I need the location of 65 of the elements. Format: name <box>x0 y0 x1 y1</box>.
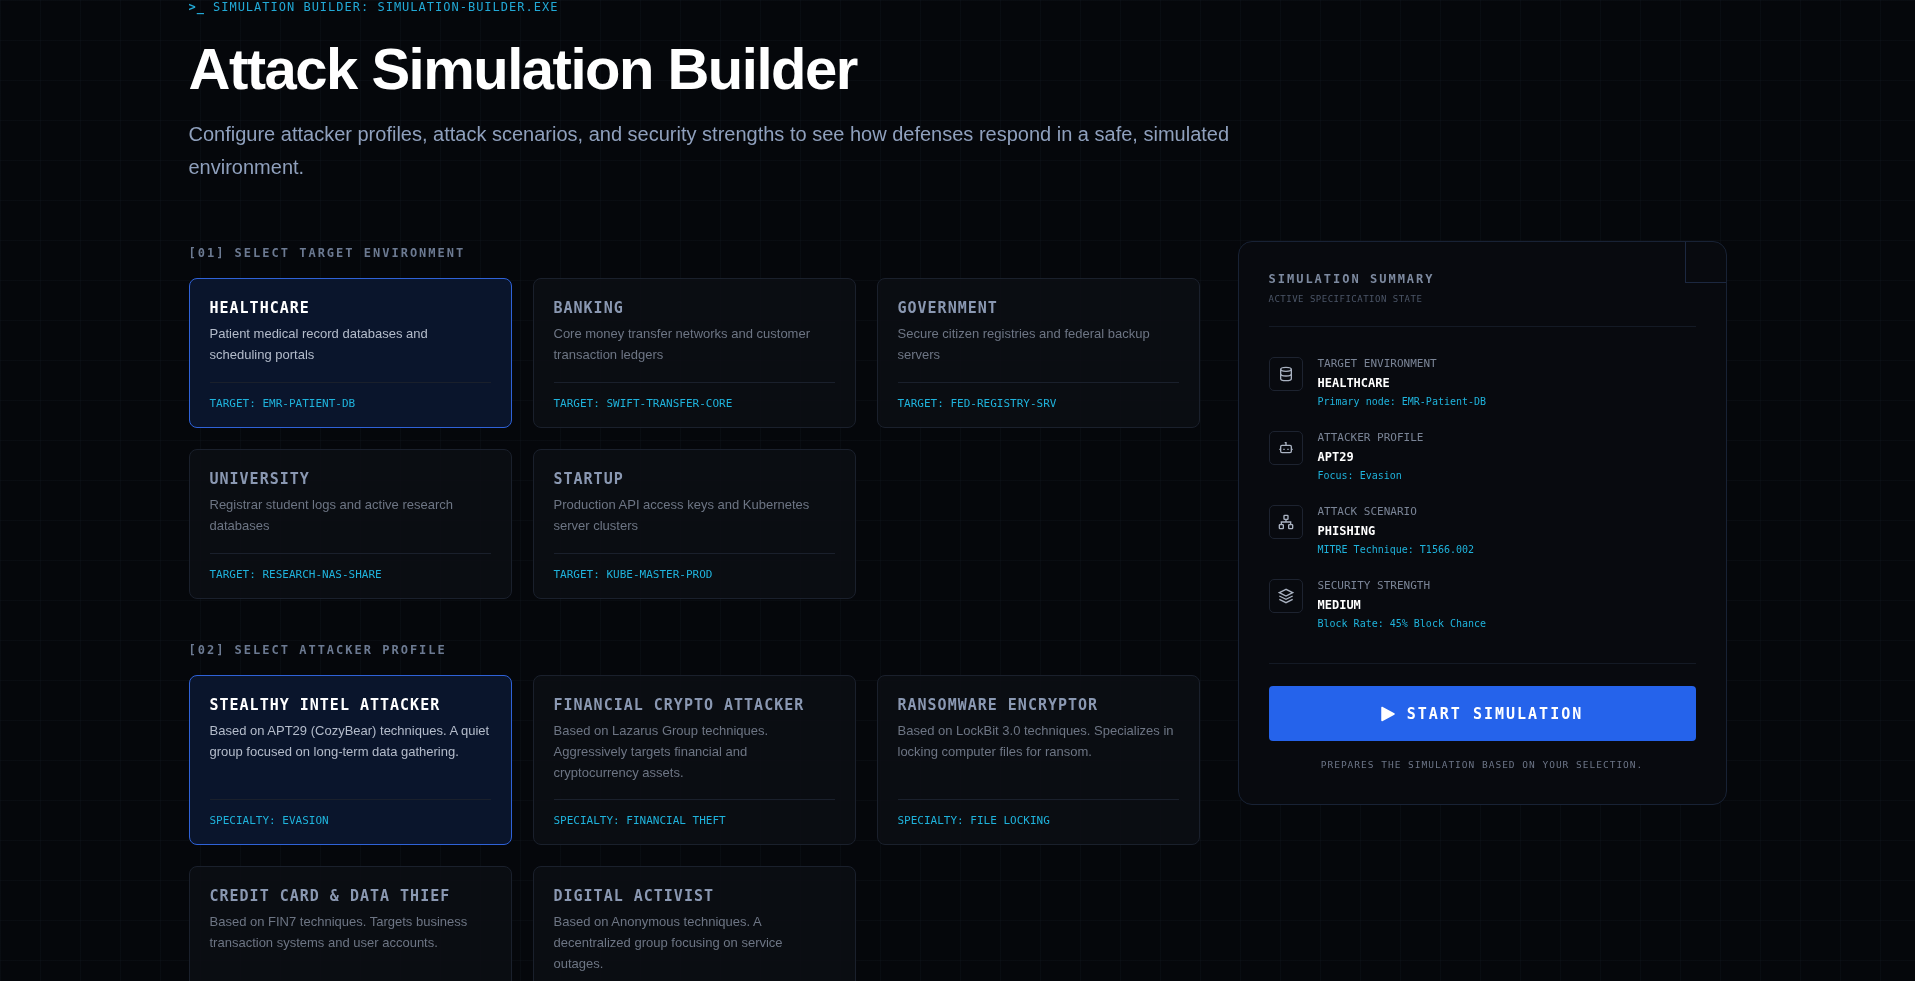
card-description: Based on APT29 (CozyBear) techniques. A quiet group focused on long-term data gathering. <box>209 721 491 761</box>
card-title: GOVERNMENT <box>897 298 999 317</box>
summary-title: SIMULATION SUMMARY <box>1268 272 1436 286</box>
layers-icon <box>1277 588 1294 604</box>
option-card[interactable]: DIGITAL ACTIVIST Based on Anonymous techniques. A decentralized group focusing on service outages. <box>532 865 856 981</box>
section-label: [01] SELECT TARGET ENVIRONMENT <box>188 245 467 260</box>
card-description: Production API access keys and Kubernetes server clusters <box>553 495 811 535</box>
summary-value: APT29 <box>1317 450 1355 464</box>
summary-label: TARGET ENVIRONMENT <box>1317 357 1438 370</box>
card-description: Patient medical record databases and scheduling portals <box>209 324 429 364</box>
start-simulation-button[interactable]: START SIMULATION <box>1268 686 1696 741</box>
card-description: Based on FIN7 techniques. Targets business transaction systems and user accounts. <box>209 912 469 952</box>
summary-value: PHISHING <box>1317 524 1377 538</box>
option-card[interactable]: FINANCIAL CRYPTO ATTACKER Based on Lazarus Group techniques. Aggressively targets financial and cryptocurrency assets. SPECIALTY: FINANCIAL THEFT <box>532 674 856 845</box>
card-title: CREDIT CARD & DATA THIEF <box>209 886 452 905</box>
card-tag: SPECIALTY: EVASION <box>209 813 329 827</box>
option-card[interactable]: GOVERNMENT Secure citizen registries and federal backup servers TARGET: FED-REGISTRY-SRV <box>876 277 1200 428</box>
card-description: Based on Anonymous techniques. A decentralized group focusing on service outages. <box>553 912 784 973</box>
card-title: UNIVERSITY <box>209 469 311 488</box>
summary-label: ATTACK SCENARIO <box>1317 505 1418 518</box>
card-tag: TARGET: SWIFT-TRANSFER-CORE <box>553 396 733 410</box>
app-path: SIMULATION BUILDER: SIMULATION-BUILDER.EXE <box>212 0 559 14</box>
prompt-symbol: >_ <box>188 0 205 14</box>
robot-icon <box>1277 440 1294 456</box>
option-card[interactable]: UNIVERSITY Registrar student logs and active research databases TARGET: RESEARCH-NAS-SHARE <box>188 448 512 599</box>
card-tag: TARGET: EMR-PATIENT-DB <box>209 396 356 410</box>
card-description: Registrar student logs and active research databases <box>209 495 454 535</box>
option-card[interactable]: HEALTHCARE Patient medical record databases and scheduling portals TARGET: EMR-PATIENT-DB <box>188 277 512 428</box>
card-title: STEALTHY INTEL ATTACKER <box>209 695 442 714</box>
database-icon <box>1277 366 1294 382</box>
card-description: Based on LockBit 3.0 techniques. Specializes in locking computer files for ransom. <box>897 721 1175 761</box>
card-title: HEALTHCARE <box>209 298 311 317</box>
summary-label: ATTACKER PROFILE <box>1317 431 1424 444</box>
option-card[interactable]: CREDIT CARD & DATA THIEF Based on FIN7 techniques. Targets business transaction systems and user accounts. <box>188 865 512 981</box>
summary-value: HEALTHCARE <box>1317 376 1391 390</box>
summary-detail: MITRE Technique: T1566.002 <box>1317 544 1475 555</box>
page-description: Configure attacker profiles, attack scenarios, and security strengths to see how defenses respond in a safe, simulated environment. <box>188 121 1231 180</box>
card-tag: TARGET: RESEARCH-NAS-SHARE <box>209 567 382 581</box>
play-icon <box>1380 705 1395 722</box>
summary-value: MEDIUM <box>1317 598 1362 612</box>
card-tag: TARGET: FED-REGISTRY-SRV <box>897 396 1057 410</box>
button-note: PREPARES THE SIMULATION BASED ON YOUR SELECTION. <box>1319 759 1645 770</box>
summary-detail: Primary node: EMR-Patient-DB <box>1317 396 1487 407</box>
card-title: STARTUP <box>553 469 625 488</box>
card-tag: SPECIALTY: FINANCIAL THEFT <box>553 813 726 827</box>
card-tag: SPECIALTY: FILE LOCKING <box>897 813 1050 827</box>
summary-detail: Focus: Evasion <box>1317 470 1403 481</box>
card-description: Core money transfer networks and customer transaction ledgers <box>553 324 811 364</box>
card-title: DIGITAL ACTIVIST <box>553 886 715 905</box>
page-title: Attack Simulation Builder <box>188 35 859 103</box>
card-description: Based on Lazarus Group techniques. Aggressively targets financial and cryptocurrency assets. <box>553 721 770 782</box>
option-card[interactable]: BANKING Core money transfer networks and customer transaction ledgers TARGET: SWIFT-TRANSFER-CORE <box>532 277 856 428</box>
summary-subtitle: ACTIVE SPECIFICATION STATE <box>1268 294 1424 304</box>
section-label: [02] SELECT ATTACKER PROFILE <box>188 642 448 657</box>
summary-detail: Block Rate: 45% Block Chance <box>1317 618 1487 629</box>
card-title: BANKING <box>553 298 625 317</box>
option-card[interactable]: STEALTHY INTEL ATTACKER Based on APT29 (CozyBear) techniques. A quiet group focused on long-term data gathering. SPECIALTY: EVASION <box>188 674 512 845</box>
option-card[interactable]: STARTUP Production API access keys and Kubernetes server clusters TARGET: KUBE-MASTER-PROD <box>532 448 856 599</box>
option-card[interactable]: RANSOMWARE ENCRYPTOR Based on LockBit 3.0 techniques. Specializes in locking computer files for ransom. SPECIALTY: FILE LOCKING <box>876 674 1200 845</box>
card-tag: TARGET: KUBE-MASTER-PROD <box>553 567 713 581</box>
card-title: RANSOMWARE ENCRYPTOR <box>897 695 1100 714</box>
summary-label: SECURITY STRENGTH <box>1317 579 1432 592</box>
hierarchy-icon <box>1277 514 1294 530</box>
card-title: FINANCIAL CRYPTO ATTACKER <box>553 695 806 714</box>
card-description: Secure citizen registries and federal backup servers <box>897 324 1151 364</box>
